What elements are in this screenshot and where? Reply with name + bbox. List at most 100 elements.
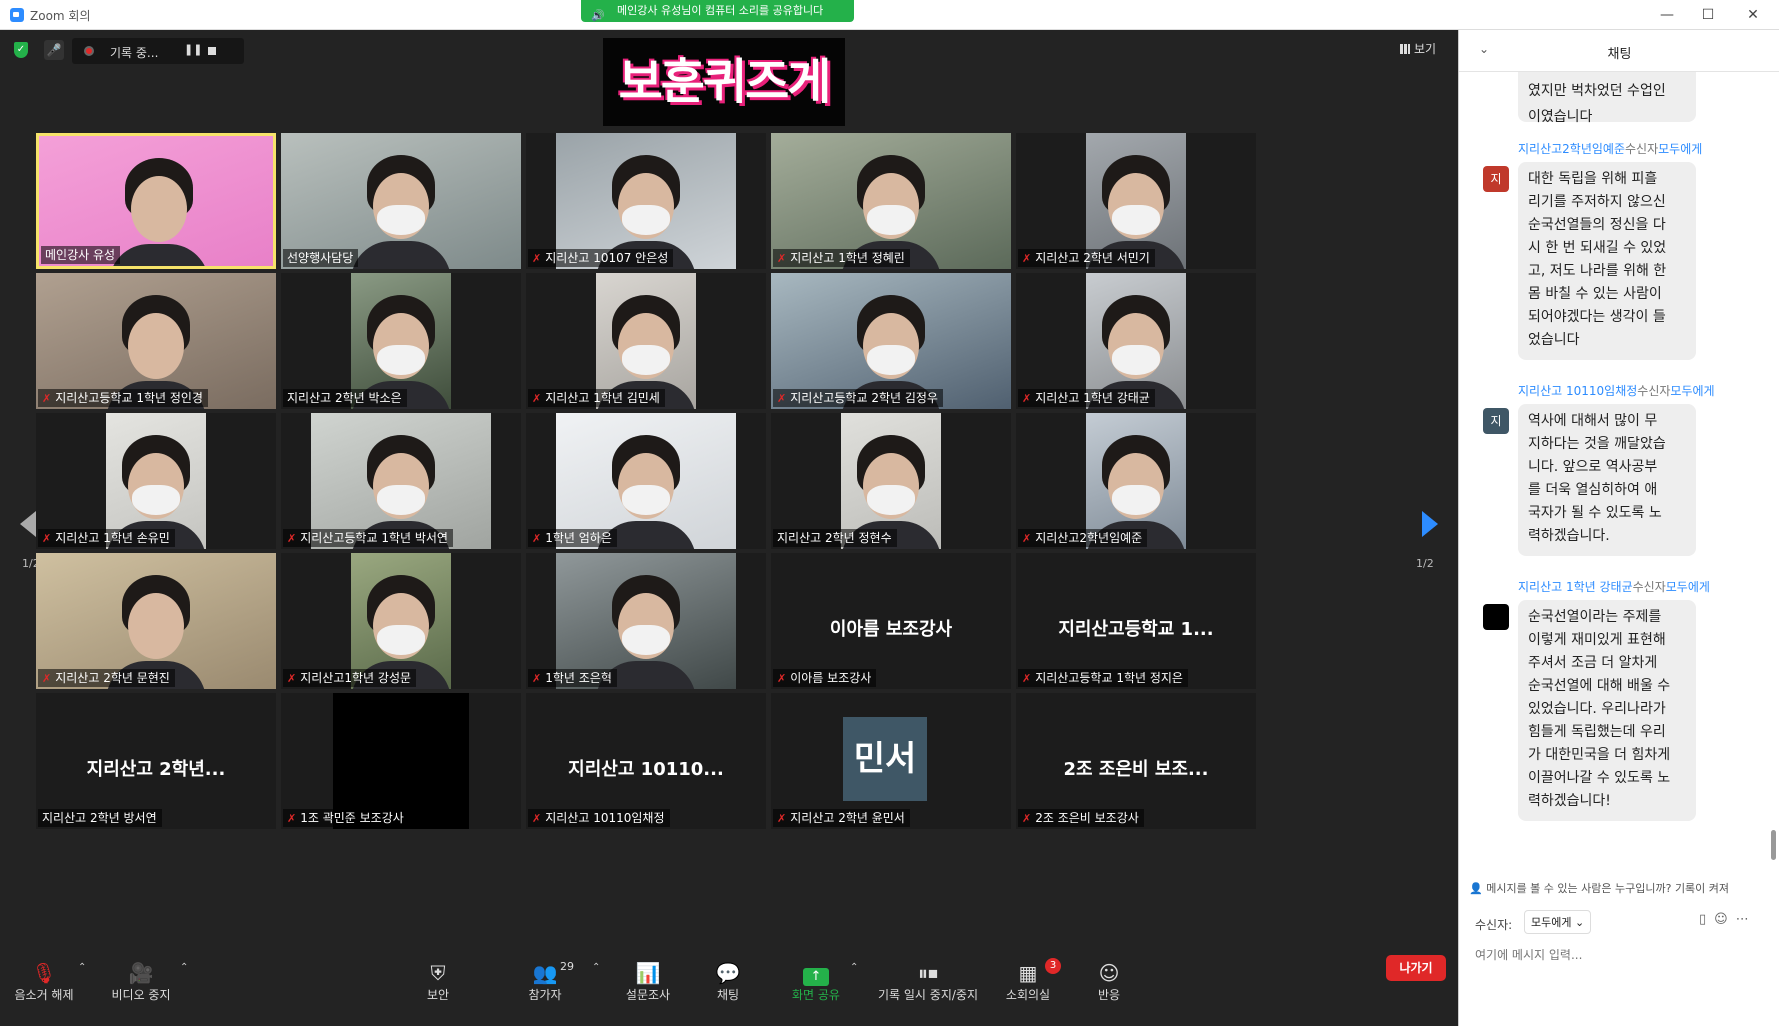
video-camera-icon: 🎥 <box>128 961 154 985</box>
record-dot-icon <box>84 46 94 56</box>
security-shield-icon[interactable]: ✓ <box>14 42 28 58</box>
participant-name-text: 2조 조은비 보조강사 <box>1035 811 1139 825</box>
chat-recipient-name[interactable]: 모두에게 <box>1666 580 1710 594</box>
participant-tile[interactable]: ✗ 지리산고 1학년 김민세 <box>526 273 766 409</box>
participant-name-text: 지리산고 10110임채정 <box>545 811 665 825</box>
participant-tile[interactable]: ✗ 지리산고2학년임예준 <box>1016 413 1256 549</box>
participant-count: 29 <box>560 960 574 973</box>
chat-button[interactable]: 💬 채팅 <box>713 960 743 1003</box>
pause-recording-icon[interactable]: ❚❚ <box>184 43 202 56</box>
participant-name-label: ✗ 지리산고 1학년 강태균 <box>1018 389 1155 407</box>
participant-tile[interactable]: 지리산고 10110... ✗ 지리산고 10110임채정 <box>526 693 766 829</box>
participant-tile[interactable]: 2조 조은비 보조... ✗ 2조 조은비 보조강사 <box>1016 693 1256 829</box>
participant-name-text: 지리산고 2학년 방서연 <box>42 811 157 825</box>
reactions-button[interactable]: ☺ 반응 <box>1096 960 1122 1003</box>
view-button[interactable]: 보기 <box>1400 40 1436 57</box>
participant-tile[interactable]: ✗ 지리산고등학교 1학년 박서연 <box>281 413 521 549</box>
chat-message-input[interactable] <box>1475 945 1765 965</box>
grid-view-icon <box>1400 44 1410 54</box>
file-icon[interactable]: ▯ <box>1699 912 1714 927</box>
chat-sender-line[interactable]: 지리산고 10110임채정수신자모두에게 <box>1518 382 1715 399</box>
user-lock-icon: 👤 <box>1469 882 1483 895</box>
muted-mic-icon: ✗ <box>532 812 542 825</box>
participant-tile[interactable]: 지리산고등학교 1... ✗ 지리산고등학교 1학년 정지은 <box>1016 553 1256 689</box>
participant-tile[interactable]: ✗ 1학년 조은혁 <box>526 553 766 689</box>
participant-name-text: 지리산고등학교 1학년 정지은 <box>1035 671 1183 685</box>
participant-tile[interactable]: 지리산고 2학년 박소은 <box>281 273 521 409</box>
participant-tile[interactable]: ✗ 지리산고 2학년 서민기 <box>1016 133 1256 269</box>
chat-recipient-name[interactable]: 모두에게 <box>1670 384 1714 398</box>
chat-sender-name[interactable]: 지리산고 10110임채정 <box>1518 384 1637 398</box>
participant-tile[interactable]: 지리산고 2학년... 지리산고 2학년 방서연 <box>36 693 276 829</box>
stop-recording-icon[interactable] <box>208 47 216 55</box>
shield-icon: ⛨ <box>430 961 446 985</box>
participant-tile[interactable]: ✗ 지리산고1학년 강성문 <box>281 553 521 689</box>
participant-tile[interactable]: 지리산고 2학년 정현수 <box>771 413 1011 549</box>
audio-status-icon[interactable]: 🎤 <box>44 40 64 60</box>
participant-tile[interactable]: ✗ 지리산고 10107 안은성 <box>526 133 766 269</box>
leave-button[interactable]: 나가기 <box>1386 955 1446 981</box>
audio-options-caret-icon[interactable]: ⌃ <box>78 962 86 973</box>
participant-mask <box>1112 205 1160 235</box>
share-screen-button[interactable]: ↑ 화면 공유 ⌃ <box>790 960 858 1003</box>
more-icon[interactable]: ⋯ <box>1736 912 1757 927</box>
participant-name-label: 메인강사 유성 <box>41 246 121 264</box>
participants-label: 참가자 <box>528 988 562 1002</box>
participant-name-label: ✗ 1조 곽민준 보조강사 <box>283 809 409 827</box>
unmute-label: 음소거 해제 <box>14 988 74 1002</box>
participant-mask <box>377 345 425 375</box>
participant-mask <box>1112 485 1160 515</box>
chat-privacy-note[interactable]: 👤 메시지를 볼 수 있는 사람은 누구입니까? 기록이 켜져 <box>1469 880 1774 896</box>
poll-chart-icon: 📊 <box>635 961 661 985</box>
chat-panel: ⌄ 채팅 였지만 벅차었던 수업인 이였습니다 지리산고2학년임예준수신자모두에… <box>1458 30 1779 1026</box>
participant-tile[interactable]: ✗ 1조 곽민준 보조강사 <box>281 693 521 829</box>
participant-tile[interactable]: ✗ 지리산고등학교 2학년 김정우 <box>771 273 1011 409</box>
participant-tile[interactable]: ✗ 지리산고 2학년 문현진 <box>36 553 276 689</box>
breakout-rooms-button[interactable]: ▦ 3 소회의실 <box>1003 958 1061 1003</box>
maximize-button[interactable]: ☐ <box>1693 5 1723 25</box>
pause-recording-label: 기록 일시 중지/중지 <box>878 988 978 1002</box>
participants-caret-icon[interactable]: ⌃ <box>592 962 600 973</box>
stop-video-button[interactable]: 🎥 비디오 중지 ⌃ <box>106 960 188 1003</box>
emoji-icon[interactable]: ☺ <box>1714 912 1736 927</box>
participant-tile[interactable]: ✗ 지리산고 1학년 정혜린 <box>771 133 1011 269</box>
recording-indicator: 기록 중... ❚❚ <box>72 38 244 64</box>
chat-sender-name[interactable]: 지리산고2학년임예준 <box>1518 142 1625 156</box>
participant-tile[interactable]: 민서 ✗ 지리산고 2학년 윤민서 <box>771 693 1011 829</box>
participant-mask <box>377 625 425 655</box>
participant-tile[interactable]: ✗ 지리산고등학교 1학년 정인경 <box>36 273 276 409</box>
participant-tile[interactable]: ✗ 1학년 엄하은 <box>526 413 766 549</box>
participant-tile[interactable]: 메인강사 유성 <box>36 133 276 269</box>
share-options-caret-icon[interactable]: ⌃ <box>850 962 858 973</box>
participant-tile[interactable]: ✗ 지리산고 1학년 강태균 <box>1016 273 1256 409</box>
participant-tile[interactable]: ✗ 지리산고 1학년 손유민 <box>36 413 276 549</box>
participant-name-label: ✗ 지리산고 10110임채정 <box>528 809 670 827</box>
sound-share-banner[interactable]: 🔊 메인강사 유성님이 컴퓨터 소리를 공유합니다 <box>581 0 854 22</box>
video-options-caret-icon[interactable]: ⌃ <box>180 962 188 973</box>
participant-name-text: 지리산고등학교 1학년 박서연 <box>300 531 448 545</box>
chat-message-list[interactable]: 였지만 벅차었던 수업인 이였습니다 지리산고2학년임예준수신자모두에게 지 대한 … <box>1459 72 1779 902</box>
pause-stop-recording-button[interactable]: ⏸⏹ 기록 일시 중지/중지 <box>872 960 984 1003</box>
chat-bubble-icon: 💬 <box>715 961 741 985</box>
chat-recipient-name[interactable]: 모두에게 <box>1658 142 1702 156</box>
chat-sender-line[interactable]: 지리산고2학년임예준수신자모두에게 <box>1518 140 1702 157</box>
recipient-dropdown[interactable]: 모두에게 ⌄ <box>1524 910 1592 934</box>
participant-name-text: 1조 곽민준 보조강사 <box>300 811 404 825</box>
participant-face <box>128 313 184 379</box>
chat-title: 채팅 <box>1607 47 1632 62</box>
participant-name-label: 지리산고 2학년 박소은 <box>283 389 407 407</box>
participants-button[interactable]: 👥 29 참가자 ⌃ <box>522 960 600 1003</box>
participant-name-label: ✗ 지리산고2학년임예준 <box>1018 529 1148 547</box>
polls-button[interactable]: 📊 설문조사 <box>623 960 673 1003</box>
security-button[interactable]: ⛨ 보안 <box>420 960 456 1003</box>
participant-tile[interactable]: 이아름 보조강사 ✗ 이아름 보조강사 <box>771 553 1011 689</box>
chat-sender-line[interactable]: 지리산고 1학년 강태균수신자모두에게 <box>1518 578 1710 595</box>
chat-sender-name[interactable]: 지리산고 1학년 강태균 <box>1518 580 1633 594</box>
close-button[interactable]: ✕ <box>1738 5 1768 25</box>
participant-name-label: ✗ 지리산고 2학년 윤민서 <box>773 809 910 827</box>
minimize-button[interactable]: — <box>1652 5 1682 25</box>
chat-scrollbar[interactable] <box>1771 830 1776 860</box>
participant-name-text: 1학년 조은혁 <box>545 671 612 685</box>
participant-tile[interactable]: 선양행사담당 <box>281 133 521 269</box>
unmute-button[interactable]: 🎙 음소거 해제 ⌃ <box>14 960 86 1003</box>
